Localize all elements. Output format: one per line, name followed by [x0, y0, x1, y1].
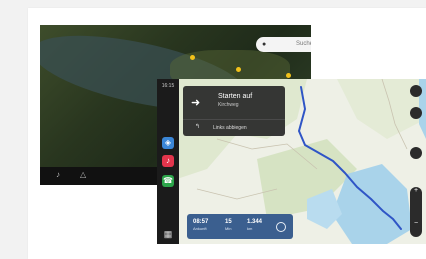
music-icon[interactable]: ♪	[162, 155, 174, 167]
pin-icon: ●	[262, 41, 267, 48]
zoom-control[interactable]: + −	[410, 187, 422, 237]
options-icon[interactable]	[276, 222, 286, 232]
arrival-time: 08:57	[193, 219, 209, 225]
search-icon[interactable]	[410, 107, 422, 119]
duration-label: Min	[225, 226, 232, 231]
rail-time: 16:15	[161, 83, 175, 89]
divider	[183, 119, 285, 120]
compass-button[interactable]	[410, 85, 422, 97]
poi-marker[interactable]	[190, 55, 195, 60]
zoom-in-icon[interactable]: +	[410, 187, 422, 194]
search-label: Suchen	[296, 41, 311, 47]
search-button[interactable]: ● Suchen	[256, 37, 311, 52]
maneuver-title: Starten auf	[218, 93, 253, 100]
maps-icon[interactable]: ◈	[162, 137, 174, 149]
maneuver-street: Kirchweg	[218, 102, 239, 108]
arrival-label: Ankunft	[193, 226, 207, 231]
app-grid-icon[interactable]: ▦	[161, 229, 175, 239]
next-instruction: Links abbiegen	[213, 125, 247, 131]
mic-icon[interactable]: ♪	[56, 170, 60, 179]
recenter-button[interactable]	[410, 147, 422, 159]
navigation-screen[interactable]: 16:15 ◈ ♪ ☎ ▦ ➜ Starten auf Kirchweg ↰ L…	[157, 79, 426, 244]
arrow-right-icon: ➜	[191, 97, 201, 109]
zoom-out-icon[interactable]: −	[410, 220, 422, 227]
phone-icon[interactable]: ☎	[162, 175, 174, 187]
poi-marker[interactable]	[286, 73, 291, 78]
maneuver-card[interactable]: ➜ Starten auf Kirchweg ↰ Links abbiegen	[183, 86, 285, 136]
distance-label: km	[247, 226, 253, 231]
poi-marker[interactable]	[236, 67, 241, 72]
app-rail: 16:15 ◈ ♪ ☎ ▦	[157, 79, 179, 244]
bell-icon[interactable]: △	[80, 170, 86, 179]
turn-left-icon: ↰	[195, 124, 201, 130]
trip-info-panel[interactable]: 08:57 Ankunft 15 Min 1.344 km	[187, 214, 293, 239]
duration-value: 15	[225, 219, 232, 225]
distance-value: 1.344	[247, 219, 263, 225]
